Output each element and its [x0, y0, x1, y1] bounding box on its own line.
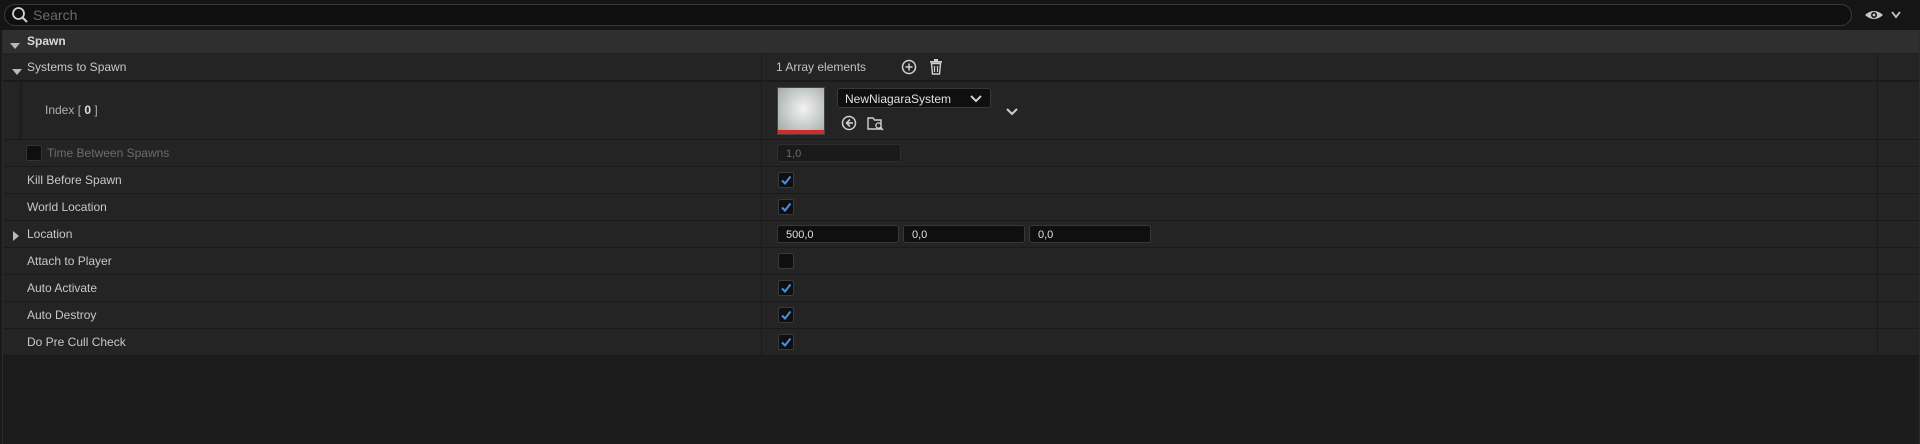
attach-to-player-checkbox[interactable]: [778, 253, 794, 269]
checkmark-icon: [781, 283, 792, 294]
browse-to-asset-icon[interactable]: [867, 115, 885, 134]
location-z-field[interactable]: 0,0: [1029, 225, 1151, 243]
right-divider: [1877, 194, 1878, 220]
row-do-pre-cull-check: Do Pre Cull Check: [3, 329, 1919, 356]
column-divider[interactable]: [761, 329, 762, 355]
row-array-index: Index [ 0 ] NewNiagaraSystem: [3, 82, 1919, 140]
do-pre-cull-check-checkbox[interactable]: [778, 334, 794, 350]
search-bar: [0, 0, 1920, 30]
right-divider: [1877, 221, 1878, 247]
visibility-filter-button[interactable]: [1862, 6, 1910, 24]
right-divider: [1877, 329, 1878, 355]
right-divider: [1877, 82, 1878, 139]
time-between-spawns-field[interactable]: 1,0: [777, 144, 901, 162]
use-selected-asset-icon[interactable]: [841, 115, 857, 134]
asset-picker-value: NewNiagaraSystem: [845, 92, 952, 106]
array-index-label: Index [ 0 ]: [45, 103, 98, 117]
expand-options-chevron-icon[interactable]: [1006, 104, 1018, 119]
trash-icon[interactable]: [929, 59, 943, 78]
kill-before-spawn-label: Kill Before Spawn: [27, 173, 122, 187]
checkmark-icon: [781, 175, 792, 186]
column-divider[interactable]: [761, 302, 762, 328]
auto-activate-label: Auto Activate: [27, 281, 98, 295]
column-divider[interactable]: [761, 54, 762, 80]
expand-arrow-icon[interactable]: [13, 229, 20, 244]
world-location-checkbox[interactable]: [778, 199, 794, 215]
right-divider: [1877, 302, 1878, 328]
attach-to-player-label: Attach to Player: [27, 254, 112, 268]
location-y-field[interactable]: 0,0: [903, 225, 1025, 243]
category-spawn[interactable]: Spawn: [3, 30, 1919, 54]
asset-type-bar: [778, 130, 824, 134]
time-between-spawns-label: Time Between Spawns: [47, 146, 170, 160]
row-world-location: World Location: [3, 194, 1919, 221]
column-divider[interactable]: [761, 82, 762, 139]
right-divider: [1877, 54, 1878, 80]
expand-arrow-icon[interactable]: [12, 64, 22, 79]
right-divider: [1877, 248, 1878, 274]
right-divider: [1877, 275, 1878, 301]
world-location-label: World Location: [27, 200, 107, 214]
row-kill-before-spawn: Kill Before Spawn: [3, 167, 1919, 194]
search-box[interactable]: [4, 4, 1852, 26]
auto-destroy-label: Auto Destroy: [27, 308, 97, 322]
category-label: Spawn: [27, 34, 66, 48]
row-time-between-spawns: Time Between Spawns 1,0: [3, 140, 1919, 167]
systems-to-spawn-label: Systems to Spawn: [27, 60, 127, 74]
asset-picker-dropdown[interactable]: NewNiagaraSystem: [837, 88, 991, 108]
location-x-field[interactable]: 500,0: [777, 225, 899, 243]
row-auto-activate: Auto Activate: [3, 275, 1919, 302]
row-location: Location 500,0 0,0 0,0: [3, 221, 1919, 248]
kill-before-spawn-checkbox[interactable]: [778, 172, 794, 188]
row-auto-destroy: Auto Destroy: [3, 302, 1919, 329]
do-pre-cull-check-label: Do Pre Cull Check: [27, 335, 126, 349]
details-panel: Spawn Systems to Spawn 1 Array elements …: [2, 30, 1920, 444]
column-divider[interactable]: [761, 221, 762, 247]
edit-condition-checkbox[interactable]: [26, 145, 42, 161]
auto-activate-checkbox[interactable]: [778, 280, 794, 296]
checkmark-icon: [781, 310, 792, 321]
column-divider[interactable]: [761, 194, 762, 220]
auto-destroy-checkbox[interactable]: [778, 307, 794, 323]
checkmark-icon: [781, 202, 792, 213]
location-label: Location: [27, 227, 73, 241]
add-element-icon[interactable]: [901, 59, 917, 78]
collapse-arrow-icon: [10, 38, 20, 53]
column-divider[interactable]: [761, 248, 762, 274]
indent-guide: [19, 82, 23, 139]
search-input[interactable]: [33, 5, 1833, 25]
column-divider[interactable]: [761, 140, 762, 166]
column-divider[interactable]: [761, 167, 762, 193]
array-count-label: 1 Array elements: [776, 60, 867, 74]
row-systems-to-spawn: Systems to Spawn 1 Array elements: [3, 54, 1919, 81]
right-divider: [1877, 140, 1878, 166]
right-divider: [1877, 167, 1878, 193]
checkmark-icon: [781, 337, 792, 348]
asset-thumbnail[interactable]: [777, 87, 825, 135]
row-attach-to-player: Attach to Player: [3, 248, 1919, 275]
column-divider[interactable]: [761, 275, 762, 301]
search-icon: [11, 6, 29, 27]
